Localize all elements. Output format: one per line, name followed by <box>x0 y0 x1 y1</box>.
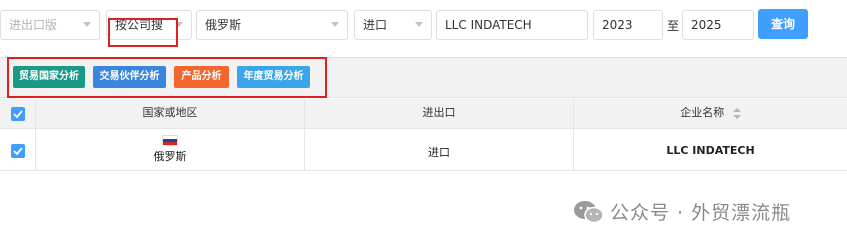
company-input[interactable]: LLC INDATECH <box>436 10 588 40</box>
year-to-value: 2025 <box>691 18 722 32</box>
highlight-box-search-mode <box>108 18 178 47</box>
wechat-icon <box>572 199 606 225</box>
sort-icon[interactable] <box>732 107 741 119</box>
chevron-down-icon <box>415 22 423 27</box>
trade-type-select[interactable]: 进口 <box>354 10 432 40</box>
select-all-checkbox[interactable] <box>11 107 25 121</box>
year-to-input[interactable]: 2025 <box>682 10 754 40</box>
cell-country: 俄罗斯 <box>153 150 187 163</box>
row-checkbox[interactable] <box>11 144 25 158</box>
country-select-value: 俄罗斯 <box>205 18 242 32</box>
column-header-company-label: 企业名称 <box>680 106 725 119</box>
chevron-down-icon <box>83 22 91 27</box>
column-header-trade[interactable]: 进出口 <box>305 99 573 129</box>
country-select[interactable]: 俄罗斯 <box>196 10 348 40</box>
year-from-input[interactable]: 2023 <box>593 10 663 40</box>
check-icon <box>13 110 23 119</box>
cell-company[interactable]: LLC INDATECH <box>574 144 847 157</box>
query-button[interactable]: 查询 <box>758 9 808 39</box>
check-icon <box>13 147 23 156</box>
highlight-box-analysis <box>7 57 327 98</box>
direction-select-value: 进出口版 <box>9 18 58 32</box>
chevron-down-icon <box>331 22 339 27</box>
russia-flag-icon <box>162 135 178 146</box>
column-header-country[interactable]: 国家或地区 <box>36 99 304 129</box>
cell-trade: 进口 <box>428 146 450 159</box>
direction-select[interactable]: 进出口版 <box>0 10 100 40</box>
company-input-value: LLC INDATECH <box>445 18 532 32</box>
column-header-company[interactable]: 企业名称 <box>574 99 847 129</box>
watermark-text: 公众号 · 外贸漂流瓶 <box>610 202 792 224</box>
trade-type-select-value: 进口 <box>363 18 388 32</box>
year-separator: 至 <box>666 19 679 33</box>
year-from-value: 2023 <box>602 18 633 32</box>
